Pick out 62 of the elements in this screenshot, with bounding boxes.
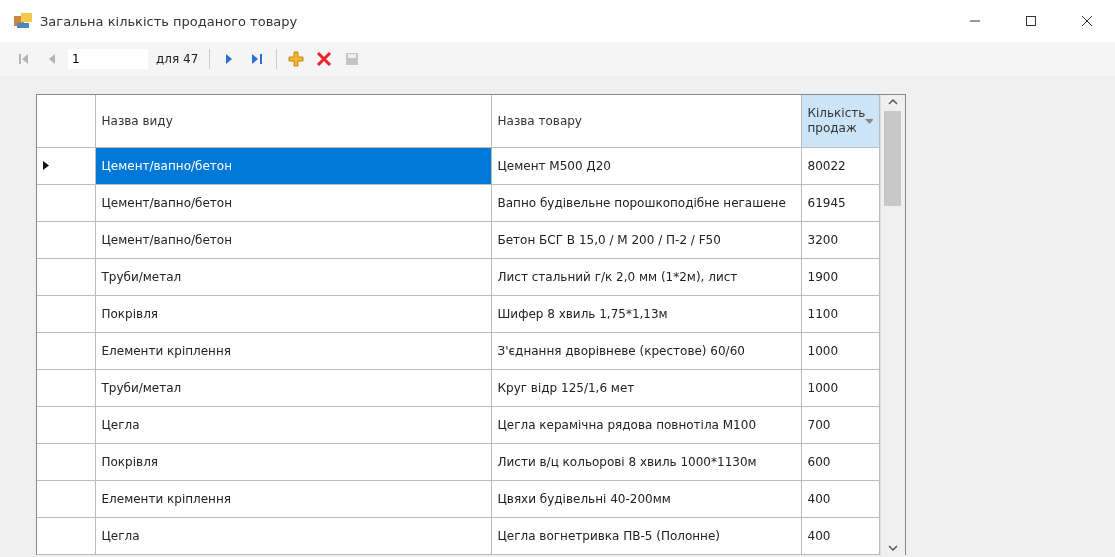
sort-arrow-icon [865,118,873,124]
row-header[interactable] [37,406,95,444]
current-row-icon [43,161,49,170]
table-cell: Листи в/ц кольорові 8 хвиль 1000*1130м [491,443,801,481]
table-cell: 1100 [801,295,879,333]
table-cell: Цемент/вапно/бетон [95,221,491,259]
table-cell: 80022 [801,147,879,185]
row-header[interactable] [37,221,95,259]
table-cell: 3200 [801,221,879,259]
column-header[interactable]: Назва виду [95,95,491,148]
table-cell: 1000 [801,332,879,370]
table-cell: Цегла вогнетривка ПВ-5 (Полонне) [491,517,801,555]
table-cell: Шифер 8 хвиль 1,75*1,13м [491,295,801,333]
row-header[interactable] [37,147,95,185]
table-cell: Цемент/вапно/бетон [95,184,491,222]
previous-record-icon [48,53,56,65]
next-record-icon [225,53,234,65]
window-title: Загальна кількість проданого товару [40,13,298,29]
table-cell: Круг відр 125/1,6 мет [491,369,801,407]
row-header[interactable] [37,443,95,481]
table-cell: 700 [801,406,879,444]
column-header[interactable]: Кількість продаж [801,95,879,148]
column-header[interactable]: Назва товару [491,95,801,148]
table-cell: 400 [801,480,879,518]
table-cell: З'єднання дворівневе (крестове) 60/60 [491,332,801,370]
table-cell: 400 [801,517,879,555]
table-cell: Покрівля [95,295,491,333]
table-cell: Покрівля [95,443,491,481]
app-icon [14,13,32,29]
table-cell: Цегла керамічна рядова повнотіла М100 [491,406,801,444]
row-header[interactable] [37,369,95,407]
table-cell: Елементи кріплення [95,332,491,370]
table-cell: Цемент М500 Д20 [491,147,801,185]
table-cell: 600 [801,443,879,481]
scrollbar-thumb[interactable] [884,111,901,206]
close-icon [1081,15,1093,27]
table-cell: Труби/метал [95,258,491,296]
table-cell: Цегла [95,517,491,555]
row-header[interactable] [37,295,95,333]
table-cell: Цегла [95,406,491,444]
table-cell: 1000 [801,369,879,407]
row-header[interactable] [37,184,95,222]
row-header[interactable] [37,517,95,555]
table-cell: Вапно будівельне порошкоподібне негашене [491,184,801,222]
table-cell: Цвяхи будівельні 40-200мм [491,480,801,518]
last-record-icon [251,53,264,65]
position-field[interactable]: 1 [68,49,148,69]
row-header[interactable] [37,258,95,296]
table-cell: Елементи кріплення [95,480,491,518]
record-count: для 47 [156,52,199,66]
row-header[interactable] [37,480,95,518]
table-cell: 1900 [801,258,879,296]
plus-icon [288,51,305,67]
close-icon [316,51,333,67]
table-cell: Бетон БСГ В 15,0 / М 200 / П-2 / F50 [491,221,801,259]
maximize-icon [1025,15,1037,27]
row-header[interactable] [37,332,95,370]
table-cell: 61945 [801,184,879,222]
first-record-icon [18,53,30,65]
table-cell: Цемент/вапно/бетон [95,147,491,185]
table-cell: Лист стальний г/к 2,0 мм (1*2м), лист [491,258,801,296]
table-cell: Труби/метал [95,369,491,407]
